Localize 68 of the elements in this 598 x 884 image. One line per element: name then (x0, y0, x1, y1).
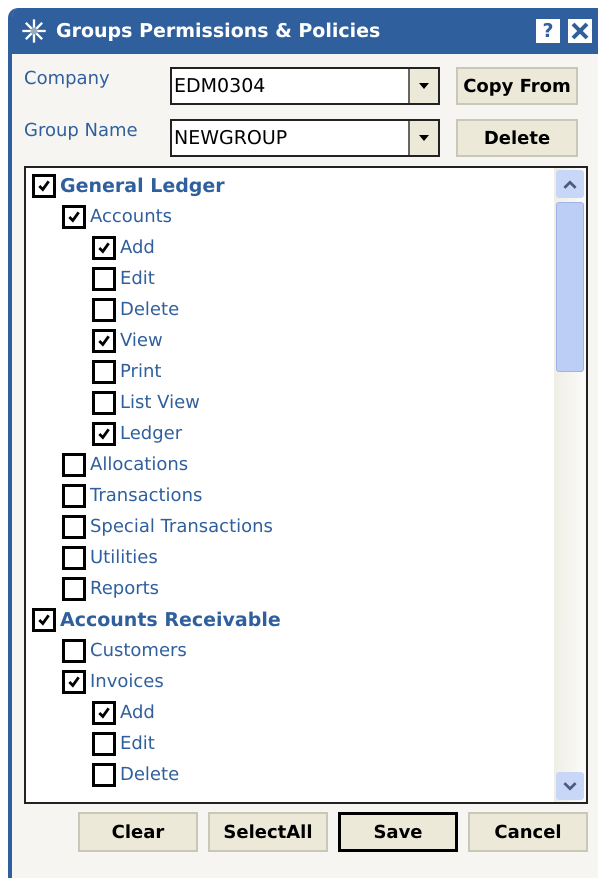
checkbox[interactable] (92, 266, 116, 290)
permission-label[interactable]: Special Transactions (90, 516, 273, 537)
permission-label[interactable]: Customers (90, 640, 187, 661)
checkmark-icon (37, 612, 51, 626)
checkmark-icon (97, 706, 111, 720)
dialog-button[interactable]: Cancel (468, 812, 588, 852)
dialog-button[interactable]: SelectAll (208, 812, 328, 852)
permission-label[interactable]: General Ledger (60, 174, 225, 196)
permission-label[interactable]: Allocations (90, 454, 188, 475)
permission-label[interactable]: Print (120, 361, 162, 382)
permission-label[interactable]: Add (120, 237, 155, 258)
checkbox[interactable] (62, 484, 86, 508)
field-label: Group Name (24, 119, 139, 141)
permission-label[interactable]: Add (120, 702, 155, 723)
checkbox[interactable] (92, 732, 116, 756)
permission-label[interactable]: Invoices (90, 671, 164, 692)
checkbox[interactable] (92, 328, 116, 352)
dropdown-field[interactable]: EDM0304 (170, 67, 440, 105)
checkmark-icon (97, 334, 111, 348)
permission-label[interactable]: Accounts (90, 206, 172, 227)
dropdown-field[interactable]: NEWGROUP (170, 119, 440, 157)
checkbox[interactable] (92, 236, 116, 260)
dropdown-arrow-icon (419, 135, 429, 141)
dialog-button[interactable]: Clear (78, 812, 198, 852)
checkmark-icon (67, 210, 81, 224)
action-button[interactable]: Delete (456, 119, 578, 157)
scrollbar[interactable] (554, 168, 586, 802)
permission-label[interactable]: Transactions (90, 485, 202, 506)
permission-label[interactable]: Delete (120, 764, 180, 785)
checkbox[interactable] (92, 422, 116, 446)
scroll-thumb[interactable] (556, 202, 584, 372)
checkbox[interactable] (92, 360, 116, 384)
permission-label[interactable]: Accounts Receivable (60, 608, 281, 630)
permission-label[interactable]: Edit (120, 733, 155, 754)
checkbox[interactable] (62, 670, 86, 694)
checkmark-icon (37, 178, 51, 192)
action-button[interactable]: Copy From (456, 67, 578, 105)
checkmark-icon (97, 240, 111, 254)
close-button[interactable] (568, 19, 592, 43)
scroll-down-icon[interactable] (556, 772, 584, 800)
checkmark-icon (97, 426, 111, 440)
scroll-up-icon[interactable] (556, 170, 584, 198)
field-label: Company (24, 67, 111, 89)
permission-label[interactable]: View (120, 330, 163, 351)
permission-label[interactable]: Utilities (90, 547, 158, 568)
checkbox[interactable] (62, 546, 86, 570)
checkbox[interactable] (32, 174, 56, 198)
checkbox[interactable] (92, 390, 116, 414)
checkbox[interactable] (62, 204, 86, 228)
help-button[interactable]: ? (536, 19, 560, 43)
checkbox[interactable] (92, 700, 116, 724)
dialog-button[interactable]: Save (338, 812, 458, 852)
checkbox[interactable] (32, 608, 56, 632)
checkbox[interactable] (62, 452, 86, 476)
permission-label[interactable]: Ledger (120, 423, 182, 444)
star-burst-icon (20, 17, 48, 45)
checkbox[interactable] (62, 576, 86, 600)
permission-label[interactable]: Reports (90, 578, 160, 599)
permission-label[interactable]: Delete (120, 299, 180, 320)
permission-label[interactable]: Edit (120, 268, 155, 289)
checkbox[interactable] (62, 638, 86, 662)
checkmark-icon (67, 674, 81, 688)
window-title: Groups Permissions & Policies (56, 20, 382, 42)
permission-label[interactable]: List View (120, 392, 200, 413)
checkbox[interactable] (92, 762, 116, 786)
dropdown-arrow-icon (419, 83, 429, 89)
checkbox[interactable] (62, 514, 86, 538)
checkbox[interactable] (92, 298, 116, 322)
